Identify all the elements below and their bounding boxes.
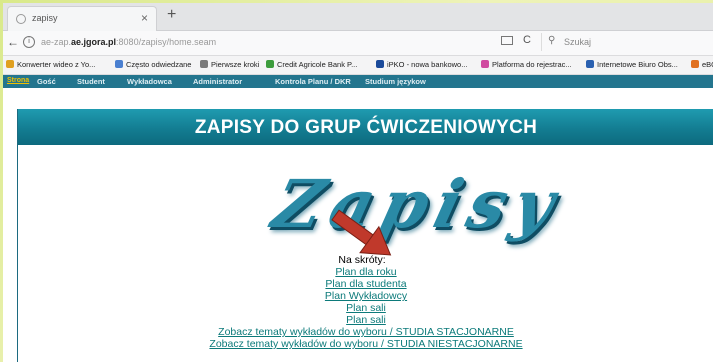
tab-title: zapisy bbox=[32, 13, 58, 23]
page-content: ZAPISY DO GRUP ĆWICZENIOWYCH Zapisy Na s… bbox=[3, 88, 713, 362]
bookmark-icon bbox=[376, 60, 384, 68]
link-lectures-part-time[interactable]: Zobacz tematy wykładów do wyboru / STUDI… bbox=[18, 338, 713, 350]
link-plan-room[interactable]: Plan sali bbox=[18, 314, 713, 326]
search-input[interactable]: ⚲ Szukaj bbox=[541, 33, 712, 51]
bookmark-item[interactable]: Konwerter wideo z Yo... bbox=[6, 60, 95, 69]
bookmark-icon bbox=[200, 60, 208, 68]
page-title: ZAPISY DO GRUP ĆWICZENIOWYCH bbox=[18, 109, 713, 145]
new-tab-icon[interactable]: + bbox=[167, 6, 176, 24]
bookmark-item[interactable]: Platforma do rejestrac... bbox=[481, 60, 572, 69]
menu-item-language-studies[interactable]: Studium językow bbox=[365, 77, 426, 86]
browser-window: zapisy × + ← i ae-zap.ae.jgora.pl:8080/z… bbox=[3, 3, 713, 362]
tab-strip: zapisy × + bbox=[3, 3, 713, 31]
bookmark-icon bbox=[6, 60, 14, 68]
reload-icon[interactable]: C bbox=[523, 34, 531, 46]
menu-item-guest[interactable]: Gość bbox=[37, 77, 56, 86]
menu-item-student[interactable]: Student bbox=[77, 77, 105, 86]
reader-view-icon[interactable] bbox=[501, 36, 513, 45]
navigation-bar: ← i ae-zap.ae.jgora.pl:8080/zapisy/home.… bbox=[3, 31, 713, 56]
link-lectures-full-time[interactable]: Zobacz tematy wykładów do wyboru / STUDI… bbox=[18, 326, 713, 338]
annotation-arrow-icon bbox=[331, 209, 392, 256]
menu-item-lecturer[interactable]: Wykładowca bbox=[127, 77, 172, 86]
link-plan-lecturer[interactable]: Plan Wykładowcy bbox=[18, 290, 713, 302]
link-plan-for-year[interactable]: Plan dla roku bbox=[18, 266, 713, 278]
search-icon: ⚲ bbox=[548, 35, 556, 46]
bookmark-item[interactable]: iPKO - nowa bankowo... bbox=[376, 60, 467, 69]
bookmark-item[interactable]: Często odwiedzane bbox=[115, 60, 191, 69]
link-plan-for-student[interactable]: Plan dla studenta bbox=[18, 278, 713, 290]
bookmark-icon bbox=[586, 60, 594, 68]
bookmark-icon bbox=[481, 60, 489, 68]
tab-close-icon[interactable]: × bbox=[141, 11, 148, 25]
zapisy-logo: Zapisy bbox=[265, 165, 571, 243]
menu-home-link[interactable]: Strona bbox=[7, 77, 29, 84]
favicon-icon bbox=[16, 14, 26, 24]
bookmark-item[interactable]: Internetowe Biuro Obs... bbox=[586, 60, 678, 69]
url-domain: ae.jgora.pl bbox=[71, 37, 117, 47]
browser-tab[interactable]: zapisy × bbox=[7, 6, 157, 31]
menu-item-plan-control[interactable]: Kontrola Planu / DKR bbox=[275, 77, 351, 86]
bookmark-icon bbox=[691, 60, 699, 68]
bookmark-item[interactable]: Credit Agricole Bank P... bbox=[266, 60, 357, 69]
site-info-icon[interactable]: i bbox=[23, 36, 35, 48]
site-menu-bar: Strona Gość Student Wykładowca Administr… bbox=[3, 75, 713, 89]
bookmark-icon bbox=[266, 60, 274, 68]
bookmark-item[interactable]: eBOK bbox=[691, 60, 713, 69]
search-placeholder: Szukaj bbox=[564, 37, 592, 47]
shortcuts-section: Na skróty: Plan dla roku Plan dla studen… bbox=[18, 254, 713, 350]
address-url: ae-zap.ae.jgora.pl:8080/zapisy/home.seam bbox=[41, 37, 217, 47]
bookmark-icon bbox=[115, 60, 123, 68]
menu-item-administrator[interactable]: Administrator bbox=[193, 77, 242, 86]
bookmarks-bar: Konwerter wideo z Yo... Często odwiedzan… bbox=[3, 56, 713, 75]
bookmark-item[interactable]: Pierwsze kroki bbox=[200, 60, 259, 69]
link-plan-room[interactable]: Plan sali bbox=[18, 302, 713, 314]
back-icon[interactable]: ← bbox=[7, 35, 19, 49]
